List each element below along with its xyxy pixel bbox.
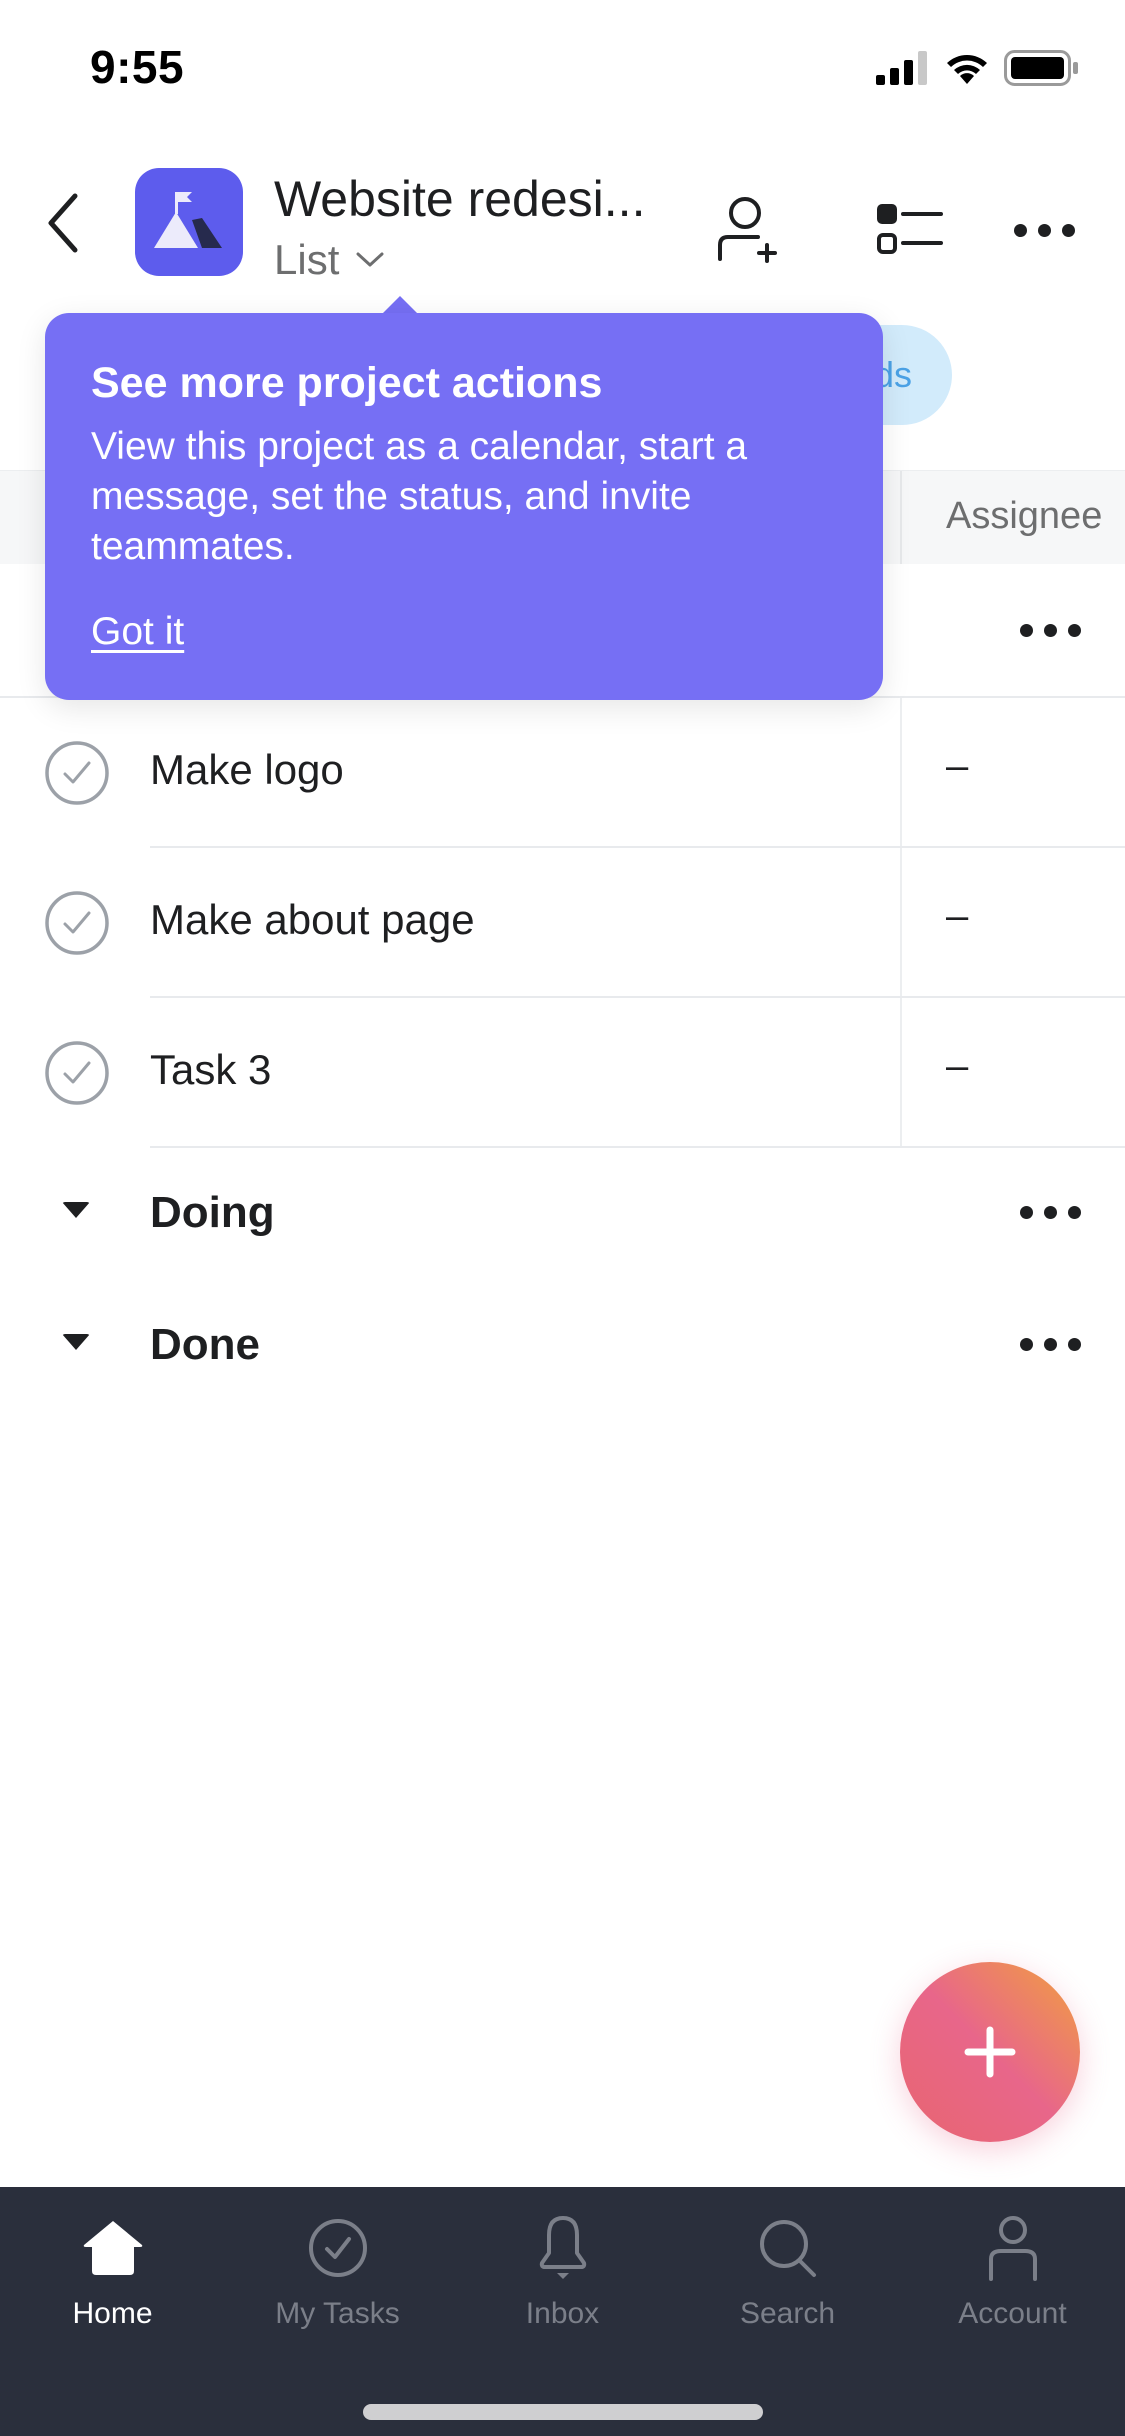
plus-icon [964,2026,1016,2078]
tab-label: Inbox [525,2297,600,2330]
status-bar: 9:55 [0,0,1125,135]
battery-icon [1004,50,1078,86]
section-more-button[interactable] [1020,1206,1081,1219]
status-icons [876,50,1080,86]
project-header: Website redesi... List [0,160,1125,300]
home-indicator[interactable] [363,2404,763,2420]
got-it-link[interactable]: Got it [91,610,184,654]
tab-home[interactable]: Home [0,2213,225,2353]
section-more-button[interactable] [1020,624,1081,637]
column-header-assignee[interactable]: Assignee [946,495,1102,538]
chevron-down-icon [356,252,384,267]
column-divider [900,848,902,998]
project-title[interactable]: Website redesi... [274,170,645,228]
add-member-icon [718,197,777,263]
column-divider [900,471,902,564]
section-title: Doing [150,1188,275,1237]
task-name[interactable]: Make logo [150,746,344,794]
tooltip-body: View this project as a calendar, start a… [91,425,748,569]
add-task-fab[interactable] [900,1962,1080,2142]
view-label: List [274,236,340,283]
tab-account[interactable]: Account [900,2213,1125,2353]
more-icon [1013,223,1075,237]
status-time: 9:55 [90,41,185,93]
task-assignee[interactable]: – [946,744,968,789]
task-row[interactable]: Make about page – [0,848,1125,998]
task-row[interactable]: Task 3 – [0,998,1125,1148]
list-options-button[interactable] [870,190,950,270]
check-circle-icon[interactable] [44,890,110,956]
more-actions-button[interactable] [1004,190,1084,270]
task-assignee[interactable]: – [946,1044,968,1089]
section-doing[interactable]: Doing [0,1158,1125,1268]
bottom-tab-bar: Home My Tasks Inbox Search Account [0,2187,1125,2436]
tooltip-title: See more project actions [91,359,603,407]
row-divider [150,1146,1125,1148]
section-title: Done [150,1320,260,1369]
mountain-flag-icon [154,192,222,248]
view-switcher[interactable]: List [274,236,385,284]
tab-label: Search [739,2297,836,2330]
check-circle-icon[interactable] [44,740,110,806]
home-icon [83,2221,142,2275]
column-divider [900,698,902,848]
tab-label: Home [72,2297,153,2330]
tab-label: My Tasks [275,2297,400,2330]
coachmark-tooltip: See more project actions View this proje… [45,313,883,700]
back-button[interactable] [38,188,88,258]
search-icon [759,2220,816,2277]
list-options-icon [877,204,943,254]
tab-inbox[interactable]: Inbox [450,2213,675,2353]
section-done[interactable]: Done [0,1290,1125,1400]
tab-my-tasks[interactable]: My Tasks [225,2213,450,2353]
project-icon[interactable] [135,168,243,276]
task-name[interactable]: Make about page [150,896,475,944]
column-divider [900,998,902,1148]
tooltip-arrow [382,296,418,314]
signal-icon [876,51,927,85]
bell-icon [539,2216,586,2279]
task-name[interactable]: Task 3 [150,1046,271,1094]
caret-down-icon[interactable] [62,1202,90,1218]
chevron-left-icon [48,193,78,253]
caret-down-icon[interactable] [62,1334,90,1350]
more-icon [1020,1206,1081,1219]
check-circle-icon[interactable] [44,1040,110,1106]
tab-label: Account [958,2297,1067,2330]
tab-search[interactable]: Search [675,2213,900,2353]
add-member-button[interactable] [708,190,788,270]
check-circle-icon [308,2219,367,2277]
person-icon [988,2216,1037,2281]
wifi-icon [947,55,987,84]
section-more-button[interactable] [1020,1338,1081,1351]
task-assignee[interactable]: – [946,894,968,939]
task-row[interactable]: Make logo – [0,698,1125,848]
more-icon [1020,624,1081,637]
more-icon [1020,1338,1081,1351]
